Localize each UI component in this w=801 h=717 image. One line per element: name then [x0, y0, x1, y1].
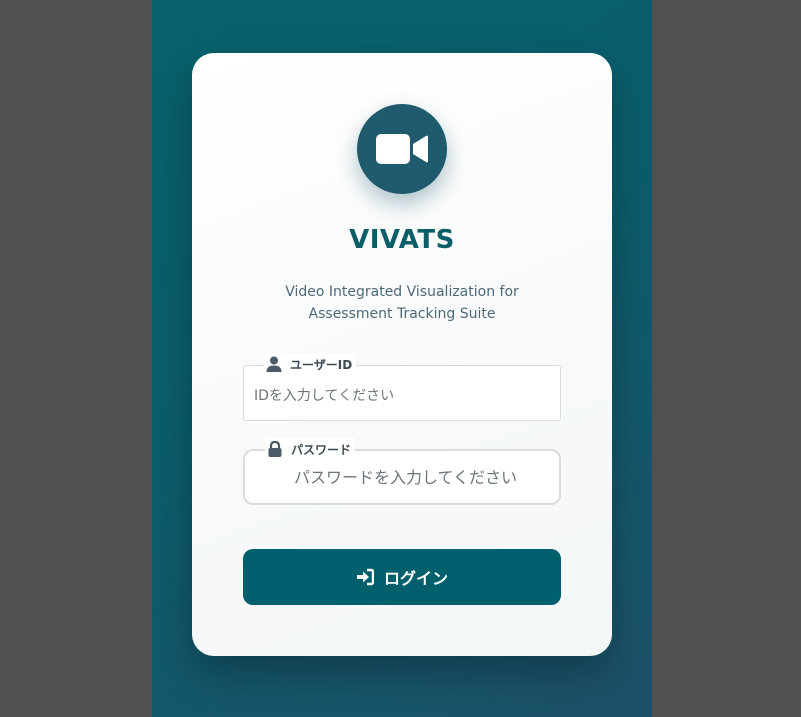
login-button-label: ログイン: [383, 569, 448, 588]
sign-in-icon: [356, 568, 374, 586]
password-field: パスワード: [243, 438, 561, 505]
user-id-field: ユーザーID: [243, 353, 561, 421]
user-id-input[interactable]: [244, 366, 560, 420]
password-input[interactable]: [245, 451, 559, 503]
login-button[interactable]: ログイン: [243, 549, 561, 605]
login-card: VIVATS Video Integrated Visualization fo…: [192, 53, 612, 656]
background-panel: VIVATS Video Integrated Visualization fo…: [152, 0, 652, 717]
app-subtitle: Video Integrated Visualization for Asses…: [285, 284, 519, 322]
app-logo: [357, 104, 447, 194]
app-title: VIVATS: [349, 225, 455, 255]
video-camera-icon: [376, 134, 428, 164]
